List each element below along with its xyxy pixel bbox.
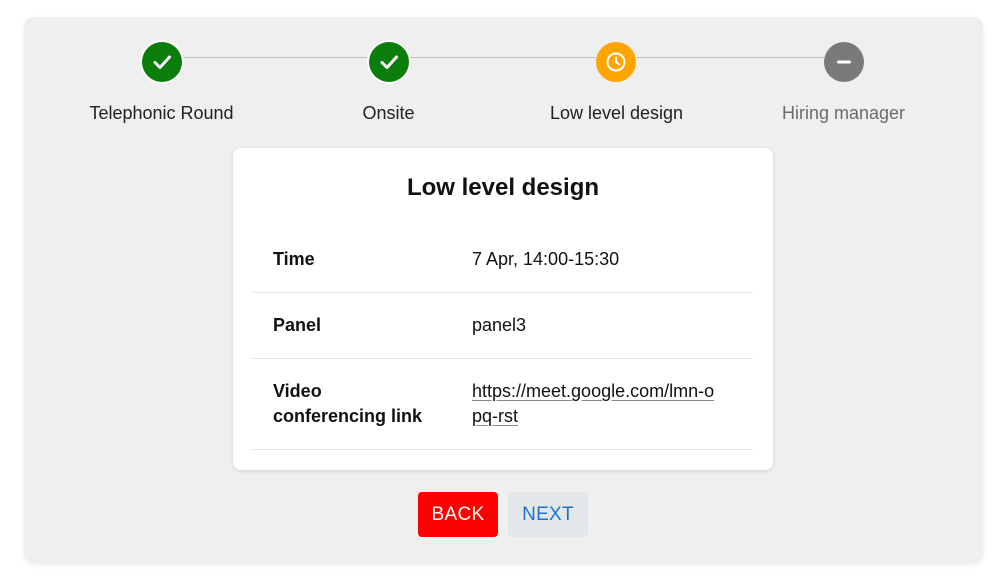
step-3-label: Low level design: [549, 103, 684, 123]
card-title: Low level design: [406, 174, 600, 201]
video-link-value: https://meet.google.com/lmn-opq-rst: [472, 379, 717, 429]
panel-value: panel3: [472, 315, 527, 335]
step-4-minus-icon: [824, 42, 864, 82]
step-connector: [636, 57, 824, 58]
stage-details-card: Low level design Time 7 Apr, 14:00-15:30…: [233, 148, 773, 470]
time-label: Time: [273, 249, 315, 269]
detail-row-time: Time 7 Apr, 14:00-15:30: [253, 230, 753, 293]
time-value: 7 Apr, 14:00-15:30: [472, 249, 620, 269]
next-button[interactable]: NEXT: [508, 492, 588, 537]
step-2-check-icon: [369, 42, 409, 82]
step-4-label: Hiring manager: [781, 103, 906, 123]
step-connector: [409, 57, 596, 58]
step-2-label: Onsite: [362, 103, 415, 123]
stepper: Telephonic Round Onsite Low level design…: [24, 17, 983, 137]
step-connector: [182, 57, 369, 58]
video-conferencing-link[interactable]: https://meet.google.com/lmn-opq-rst: [472, 381, 714, 426]
step-3-clock-icon: [596, 42, 636, 82]
detail-row-video-link: Video conferencing link https://meet.goo…: [253, 359, 753, 450]
step-1-check-icon: [142, 42, 182, 82]
interview-progress-panel: Telephonic Round Onsite Low level design…: [24, 17, 983, 563]
step-1-label: Telephonic Round: [89, 103, 234, 123]
panel-label: Panel: [273, 315, 322, 335]
detail-row-panel: Panel panel3: [253, 293, 753, 359]
video-link-label: Video conferencing link: [273, 381, 423, 426]
back-button[interactable]: BACK: [418, 492, 498, 537]
